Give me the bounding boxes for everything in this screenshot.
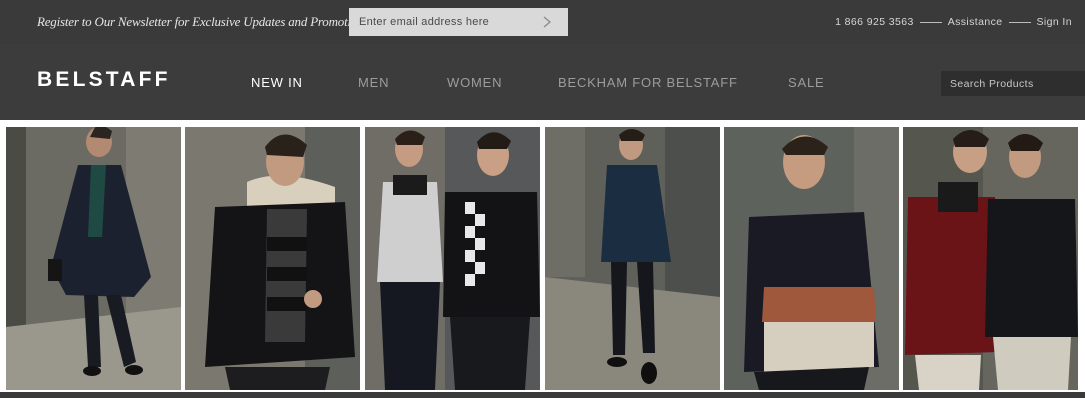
chevron-right-icon[interactable] (540, 14, 554, 30)
newsletter-promo-text: Register to Our Newsletter for Exclusive… (37, 14, 369, 29)
top-bar: Register to Our Newsletter for Exclusive… (0, 0, 1085, 44)
nav-item-new-in[interactable]: NEW IN (251, 75, 303, 90)
main-navigation: BELSTAFF NEW IN MEN WOMEN BECKHAM FOR BE… (0, 44, 1085, 120)
product-image-gallery (0, 120, 1085, 392)
nav-item-beckham-for-belstaff[interactable]: BECKHAM FOR BELSTAFF (558, 75, 738, 90)
nav-item-women[interactable]: WOMEN (447, 75, 502, 90)
search-box (941, 71, 1085, 96)
belstaff-logo[interactable]: BELSTAFF (37, 68, 171, 92)
divider (1008, 21, 1031, 23)
gallery-image-two-men-jackets[interactable] (365, 127, 540, 390)
gallery-image-navy-jacket[interactable] (545, 127, 720, 390)
nav-item-sale[interactable]: SALE (788, 75, 824, 90)
phone-number-link[interactable]: 1 866 925 3563 (835, 16, 914, 28)
gallery-image-red-black-jackets[interactable] (903, 127, 1078, 390)
utility-links: 1 866 925 3563 Assistance Sign In (835, 16, 1072, 28)
divider (919, 21, 942, 23)
newsletter-email-input[interactable] (349, 8, 529, 36)
footer-strip (0, 392, 1085, 398)
search-input[interactable] (941, 71, 1085, 96)
gallery-image-long-coat[interactable] (6, 127, 181, 390)
gallery-image-shearling-jacket[interactable] (185, 127, 360, 390)
assistance-link[interactable]: Assistance (948, 16, 1003, 28)
gallery-image-two-tone-sweater[interactable] (724, 127, 899, 390)
newsletter-signup-form (349, 8, 568, 36)
nav-item-men[interactable]: MEN (358, 75, 389, 90)
sign-in-link[interactable]: Sign In (1037, 16, 1073, 28)
